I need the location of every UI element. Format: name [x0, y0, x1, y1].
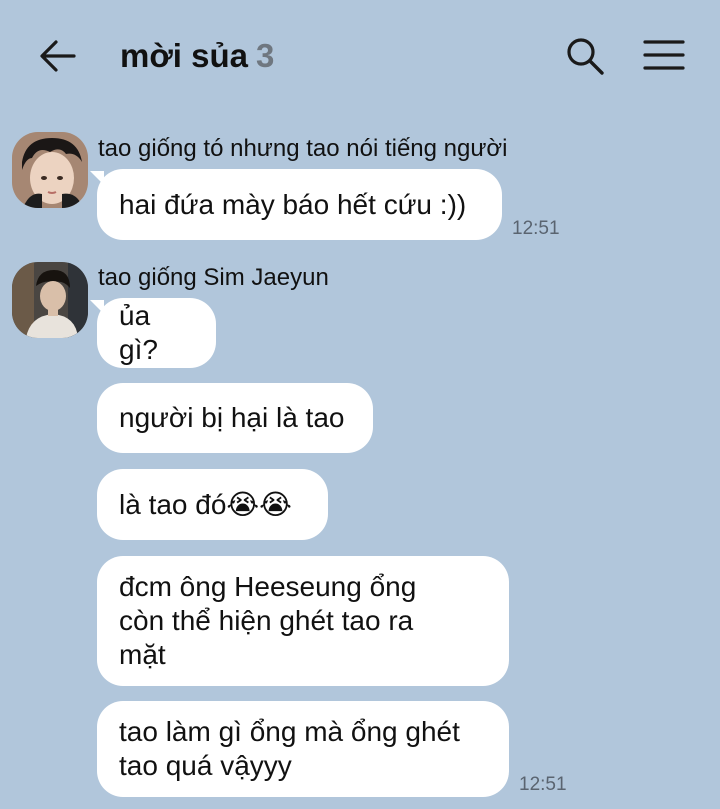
search-icon[interactable] [565, 36, 605, 76]
message-time: 12:51 [519, 774, 567, 795]
member-count: 3 [256, 37, 275, 74]
menu-icon[interactable] [642, 38, 686, 72]
message-bubble[interactable]: là tao đó😭😭 [97, 469, 328, 540]
message-bubble[interactable]: ủa gì? [90, 298, 216, 368]
chat-name: mời sủa [120, 37, 249, 74]
message-text: ủa gì? [119, 300, 158, 365]
sender-name: tao giống Sim Jaeyun [98, 264, 329, 291]
message-time: 12:51 [512, 218, 560, 239]
message-bubble[interactable]: tao làm gì ổng mà ổng ghét tao quá vậyyy [97, 701, 509, 797]
message-bubble[interactable]: người bị hại là tao [97, 383, 373, 453]
back-arrow-icon[interactable] [38, 36, 78, 76]
avatar[interactable] [12, 262, 88, 338]
message-bubble[interactable]: đcm ông Heeseung ổng còn thể hiện ghét t… [97, 556, 509, 686]
message-text: là tao đó😭😭 [119, 488, 292, 520]
chat-title: mời sủa 3 [120, 36, 274, 76]
message-bubble[interactable]: hai đứa mày báo hết cứu :)) [90, 169, 502, 240]
chat-header: mời sủa 3 [0, 0, 720, 112]
message-text: tao làm gì ổng mà ổng ghét tao quá vậyyy [119, 716, 460, 781]
message-text: người bị hại là tao [119, 402, 345, 433]
message-text: đcm ông Heeseung ổng còn thể hiện ghét t… [119, 571, 417, 670]
avatar[interactable] [12, 132, 88, 208]
sender-name: tao giống tó nhưng tao nói tiếng người [98, 135, 508, 162]
message-text: hai đứa mày báo hết cứu :)) [119, 188, 467, 220]
